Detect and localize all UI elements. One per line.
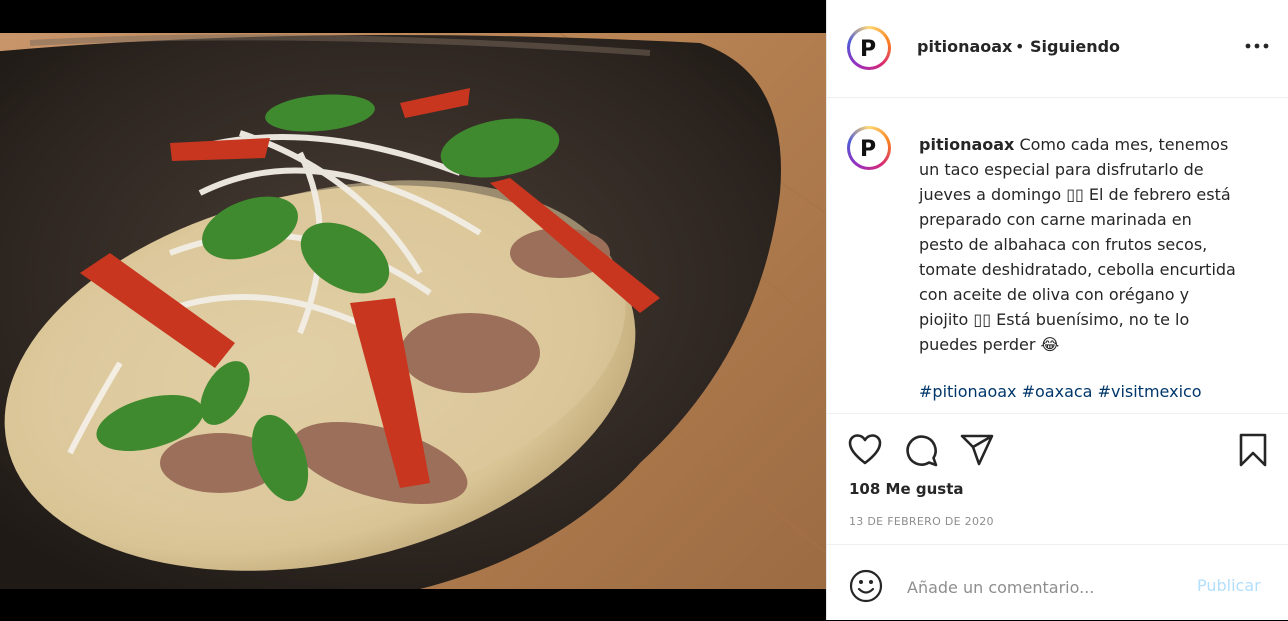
header-separator: •: [1015, 37, 1025, 56]
comment-bar: Publicar: [827, 544, 1288, 621]
comment-input[interactable]: [905, 573, 1189, 601]
more-options-icon[interactable]: [1243, 36, 1271, 56]
taco-photo-illustration: [0, 33, 826, 589]
emoji-icon[interactable]: [849, 569, 883, 603]
post-header: P pitionaoax • Siguiendo: [827, 0, 1288, 98]
bookmark-icon[interactable]: [1235, 432, 1271, 468]
caption-username[interactable]: pitionaoax: [919, 135, 1014, 154]
post-image-pane: [0, 0, 826, 620]
post-caption: P pitionaoax Como cada mes, tenemos un t…: [827, 98, 1288, 412]
follow-status-button[interactable]: Siguiendo: [1030, 37, 1120, 56]
caption-line: un taco especial para disfrutarlo de: [919, 160, 1204, 179]
caption-line: jueves a domingo ▯▯ El de febrero está: [919, 185, 1231, 204]
post-date[interactable]: 13 DE FEBRERO DE 2020: [849, 515, 994, 528]
caption-line: piojito ▯▯ Está buenísimo, no te lo: [919, 310, 1190, 329]
header-username[interactable]: pitionaoax: [917, 37, 1012, 56]
post-panel: P pitionaoax • Siguiendo P pitionaoax Co…: [826, 0, 1288, 620]
heart-icon[interactable]: [847, 432, 883, 468]
caption-line: tomate deshidratado, cebolla encurtida: [919, 260, 1236, 279]
caption-line: puedes perder 😂: [919, 335, 1060, 354]
comment-icon[interactable]: [903, 432, 939, 468]
caption-line: con aceite de oliva con orégano y: [919, 285, 1190, 304]
post-photo[interactable]: [0, 33, 826, 589]
svg-text:P: P: [860, 37, 876, 62]
send-icon[interactable]: [959, 432, 995, 468]
pitiona-logo-icon: P: [860, 137, 876, 162]
post-actions: 108 Me gusta 13 DE FEBRERO DE 2020: [827, 413, 1288, 544]
caption-line: Como cada mes, tenemos: [1019, 135, 1229, 154]
caption-line: preparado con carne marinada en: [919, 210, 1192, 229]
caption-line: pesto de albahaca con frutos secos,: [919, 235, 1208, 254]
publish-button[interactable]: Publicar: [1197, 576, 1261, 595]
caption-text: pitionaoax Como cada mes, tenemos un tac…: [919, 132, 1267, 357]
caption-avatar[interactable]: P: [847, 126, 891, 170]
hashtags-link[interactable]: #pitionaoax #oaxaca #visitmexico: [919, 382, 1202, 401]
avatar[interactable]: P: [847, 26, 891, 70]
svg-text:P: P: [860, 137, 876, 162]
likes-count[interactable]: 108 Me gusta: [849, 480, 964, 498]
pitiona-logo-icon: P: [860, 37, 876, 62]
